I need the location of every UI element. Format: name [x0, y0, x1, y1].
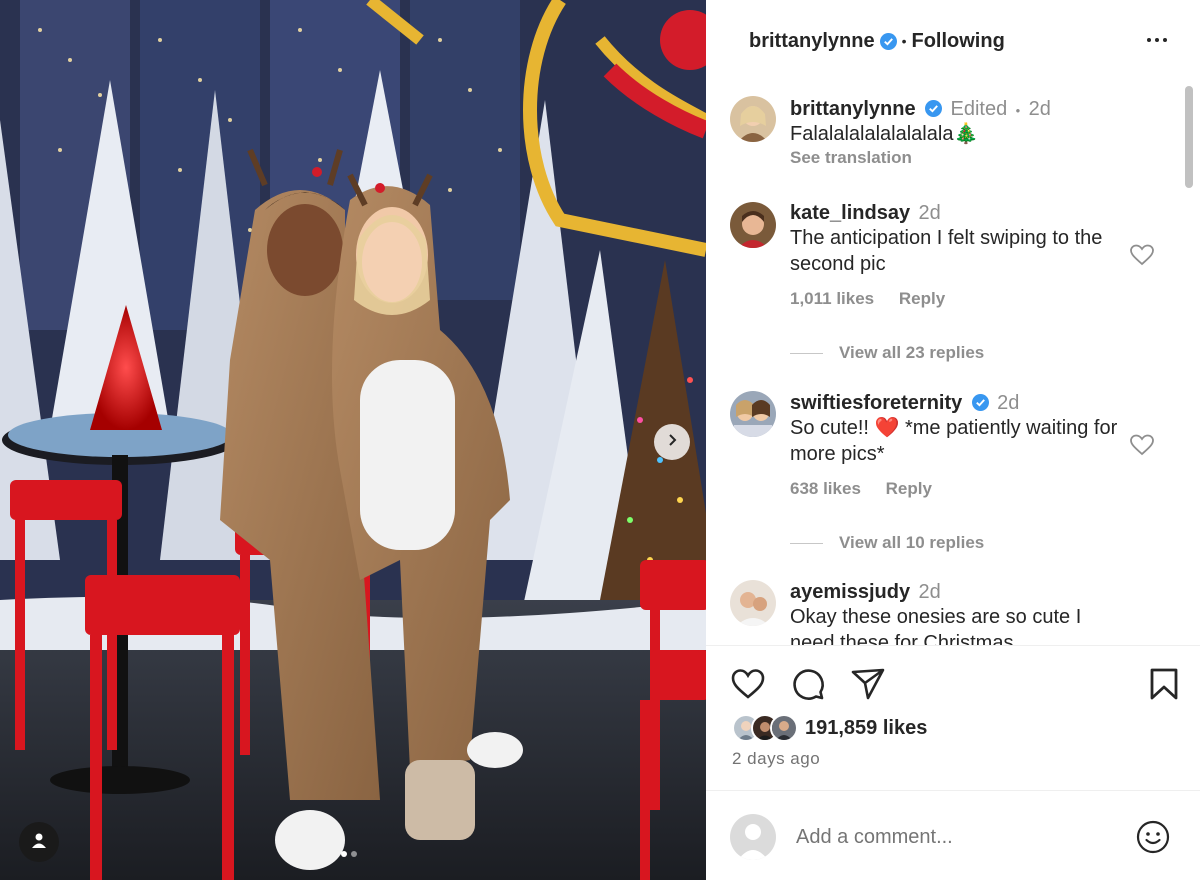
emoji-icon[interactable] — [1136, 820, 1170, 854]
see-translation-link[interactable]: See translation — [790, 148, 1120, 168]
post-details-panel: brittanylynne • Following brittanylynne … — [706, 0, 1200, 880]
bookmark-icon[interactable] — [1146, 666, 1182, 702]
header-separator: • — [901, 33, 907, 49]
comment-item: kate_lindsay 2d The anticipation I felt … — [790, 202, 1120, 309]
comment-like-count[interactable]: 638 likes — [790, 479, 861, 498]
comment-item: ayemissjudy 2d Okay these onesies are so… — [790, 581, 1120, 645]
comment-like-count[interactable]: 1,011 likes — [790, 289, 874, 308]
post-actions-bar — [730, 666, 1178, 706]
comment-age: 2d — [997, 392, 1020, 414]
commenter-avatar[interactable] — [730, 580, 776, 626]
post-photo[interactable] — [0, 0, 706, 880]
verified-badge-icon — [879, 32, 897, 50]
likes-count[interactable]: 191,859 likes — [805, 717, 927, 740]
comment-text: Okay these onesies are so cute I need th… — [790, 606, 1082, 645]
commenter-avatar[interactable] — [730, 202, 776, 248]
section-divider — [706, 790, 1200, 791]
send-icon[interactable] — [850, 666, 886, 702]
replies-divider — [790, 352, 823, 354]
view-replies-button[interactable]: View all 23 replies — [790, 343, 984, 363]
comment-username[interactable]: ayemissjudy — [790, 581, 910, 603]
heart-icon[interactable] — [1130, 434, 1154, 456]
verified-badge-icon — [925, 100, 943, 117]
comments-scrollbar[interactable] — [1185, 82, 1197, 645]
reply-button[interactable]: Reply — [899, 289, 945, 308]
next-photo-button[interactable] — [654, 424, 690, 460]
post-caption: brittanylynne Edited • 2d Falalalalalala… — [790, 98, 1120, 168]
comment-composer — [730, 812, 1176, 862]
caption-username[interactable]: brittanylynne — [790, 98, 916, 120]
heart-icon[interactable] — [1130, 244, 1154, 266]
liker-avatar — [770, 714, 798, 742]
more-icon-dot — [1155, 38, 1159, 42]
more-icon — [1147, 38, 1151, 42]
caption-age: 2d — [1028, 98, 1051, 120]
add-comment-input[interactable] — [796, 825, 1096, 849]
comment-username[interactable]: kate_lindsay — [790, 202, 910, 224]
carousel-dot — [341, 851, 347, 857]
scrollbar-thumb[interactable] — [1185, 86, 1193, 188]
verified-badge-icon — [971, 394, 989, 411]
carousel-dot — [351, 851, 357, 857]
more-options-button[interactable] — [1144, 30, 1170, 50]
comment-age: 2d — [918, 202, 941, 224]
more-icon-dot — [1163, 38, 1167, 42]
heart-icon[interactable] — [730, 666, 766, 702]
comment-item: swiftiesforeternity 2d So cute!! ❤️ *me … — [790, 392, 1120, 499]
chevron-right-icon — [665, 433, 679, 452]
likes-summary[interactable]: 191,859 likes — [732, 714, 927, 742]
following-button[interactable]: Following — [911, 30, 1004, 53]
post-header: brittanylynne • Following — [706, 0, 1200, 82]
comments-list[interactable]: brittanylynne Edited • 2d Falalalalalala… — [706, 82, 1200, 645]
author-avatar[interactable] — [730, 96, 776, 142]
comment-text: So cute!! ❤️ *me patiently waiting for m… — [790, 417, 1118, 465]
user-tag-icon — [30, 831, 48, 854]
replies-divider — [790, 542, 823, 544]
reply-button[interactable]: Reply — [886, 479, 932, 498]
current-user-avatar — [730, 814, 776, 860]
author-username[interactable]: brittanylynne — [749, 30, 875, 53]
meta-separator: • — [1015, 103, 1021, 118]
photo-scene — [0, 0, 706, 880]
view-replies-label: View all 23 replies — [839, 343, 985, 362]
commenter-avatar[interactable] — [730, 391, 776, 437]
comment-icon[interactable] — [790, 666, 826, 702]
view-replies-label: View all 10 replies — [839, 533, 985, 552]
carousel-indicator — [341, 851, 357, 857]
comment-age: 2d — [918, 581, 941, 603]
caption-text: Falalalalalalalalala🎄 — [790, 123, 979, 145]
comment-text: The anticipation I felt swiping to the s… — [790, 227, 1103, 275]
comment-username[interactable]: swiftiesforeternity — [790, 392, 962, 414]
section-divider — [706, 645, 1200, 646]
post-timestamp[interactable]: 2 days ago — [732, 749, 820, 769]
user-tags-button[interactable] — [19, 822, 59, 862]
edited-label: Edited — [950, 98, 1008, 120]
view-replies-button[interactable]: View all 10 replies — [790, 533, 984, 553]
